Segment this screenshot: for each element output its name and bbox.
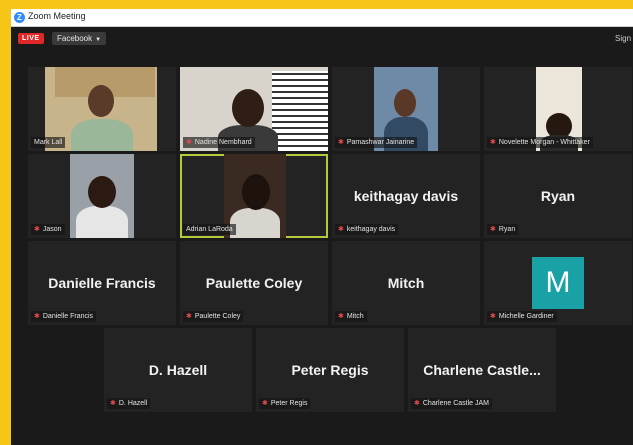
participant-label: ✱ Nadine Nembhard (183, 137, 255, 148)
mic-muted-icon: ✱ (338, 313, 344, 320)
participant-label: ✱ Novelette Morgan - Whittaker (487, 137, 593, 148)
participant-tile[interactable]: ✱ Novelette Morgan - Whittaker (484, 67, 632, 151)
meeting-toolbar: LIVE Facebook ▼ Sign (11, 27, 633, 51)
participant-name: keithagay davis (346, 226, 396, 233)
participant-display-name: Charlene Castle... (423, 362, 541, 378)
participant-name: Pamashwar Jainarine (346, 139, 415, 146)
zoom-window: Z Zoom Meeting LIVE Facebook ▼ Sign Mark … (11, 9, 633, 445)
sign-button[interactable]: Sign (615, 34, 631, 43)
mic-muted-icon: ✱ (34, 226, 40, 233)
mic-muted-icon: ✱ (490, 313, 496, 320)
mic-muted-icon: ✱ (262, 400, 268, 407)
participant-tile[interactable]: Peter Regis ✱ Peter Regis (256, 328, 404, 412)
live-badge[interactable]: LIVE (18, 33, 44, 44)
participant-name: Nadine Nembhard (194, 139, 252, 146)
participant-name: Danielle Francis (42, 313, 94, 320)
mic-muted-icon: ✱ (490, 226, 496, 233)
mic-muted-icon: ✱ (490, 139, 496, 146)
participant-label: Mark Lall (31, 137, 66, 148)
participant-display-name: Mitch (387, 275, 425, 291)
participant-name: Adrian LaRoda (186, 226, 233, 233)
participant-label: ✱ Danielle Francis (31, 311, 97, 322)
participant-label: ✱ Ryan (487, 224, 519, 235)
participant-label: ✱ Michelle Gardiner (487, 311, 557, 322)
participant-tile[interactable]: ✱ Pamashwar Jainarine (332, 67, 480, 151)
mic-muted-icon: ✱ (110, 400, 116, 407)
caret-down-icon: ▼ (95, 37, 102, 43)
participant-name: Michelle Gardiner (498, 313, 554, 320)
mic-muted-icon: ✱ (186, 313, 192, 320)
participant-display-name: keithagay davis (353, 188, 459, 204)
participant-label: ✱ D. Hazell (107, 398, 151, 409)
window-title: Zoom Meeting (28, 11, 86, 21)
participant-tile[interactable]: Mitch ✱ Mitch (332, 241, 480, 325)
participant-tile[interactable]: ✱ Nadine Nembhard (180, 67, 328, 151)
participant-name: Mitch (346, 313, 364, 320)
participant-name: Paulette Coley (194, 313, 241, 320)
participant-name: Novelette Morgan - Whittaker (498, 139, 590, 146)
participant-tile-active-speaker[interactable]: Adrian LaRoda (180, 154, 328, 238)
mic-muted-icon: ✱ (338, 139, 344, 146)
participant-label: ✱ Mitch (335, 311, 367, 322)
participant-label: ✱ Paulette Coley (183, 311, 244, 322)
participant-name: Jason (42, 226, 62, 233)
participant-tile[interactable]: ✱ Jason (28, 154, 176, 238)
participant-name: Ryan (498, 226, 516, 233)
participant-tile[interactable]: M ✱ Michelle Gardiner (484, 241, 632, 325)
participant-display-name: Paulette Coley (205, 275, 303, 291)
participant-label: ✱ keithagay davis (335, 224, 399, 235)
mic-muted-icon: ✱ (414, 400, 420, 407)
participant-label: ✱ Jason (31, 224, 65, 235)
participant-tile[interactable]: Ryan ✱ Ryan (484, 154, 632, 238)
participant-name: D. Hazell (118, 400, 148, 407)
participant-video (70, 154, 134, 238)
participant-tile[interactable]: Paulette Coley ✱ Paulette Coley (180, 241, 328, 325)
participant-display-name: Peter Regis (291, 362, 369, 378)
participant-display-name: D. Hazell (148, 362, 208, 378)
participant-tile[interactable]: D. Hazell ✱ D. Hazell (104, 328, 252, 412)
participant-display-name: Danielle Francis (48, 275, 156, 291)
participant-label: Adrian LaRoda (183, 224, 236, 235)
title-bar: Z Zoom Meeting (11, 9, 633, 27)
participant-display-name: Ryan (540, 188, 576, 204)
participant-label: ✱ Pamashwar Jainarine (335, 137, 418, 148)
participant-name: Charlene Castle JAM (422, 400, 490, 407)
zoom-logo-icon: Z (14, 12, 25, 23)
stream-target-dropdown[interactable]: Facebook ▼ (52, 32, 107, 45)
stream-target-label: Facebook (57, 34, 93, 43)
avatar: M (532, 257, 584, 309)
participant-name: Mark Lall (34, 139, 63, 146)
participant-label: ✱ Peter Regis (259, 398, 311, 409)
participant-name: Peter Regis (270, 400, 308, 407)
mic-muted-icon: ✱ (34, 313, 40, 320)
participant-tile[interactable]: Danielle Francis ✱ Danielle Francis (28, 241, 176, 325)
participant-tile[interactable]: Mark Lall (28, 67, 176, 151)
mic-muted-icon: ✱ (186, 139, 192, 146)
participant-label: ✱ Charlene Castle JAM (411, 398, 493, 409)
participant-tile[interactable]: Charlene Castle... ✱ Charlene Castle JAM (408, 328, 556, 412)
mic-muted-icon: ✱ (338, 226, 344, 233)
participant-tile[interactable]: keithagay davis ✱ keithagay davis (332, 154, 480, 238)
